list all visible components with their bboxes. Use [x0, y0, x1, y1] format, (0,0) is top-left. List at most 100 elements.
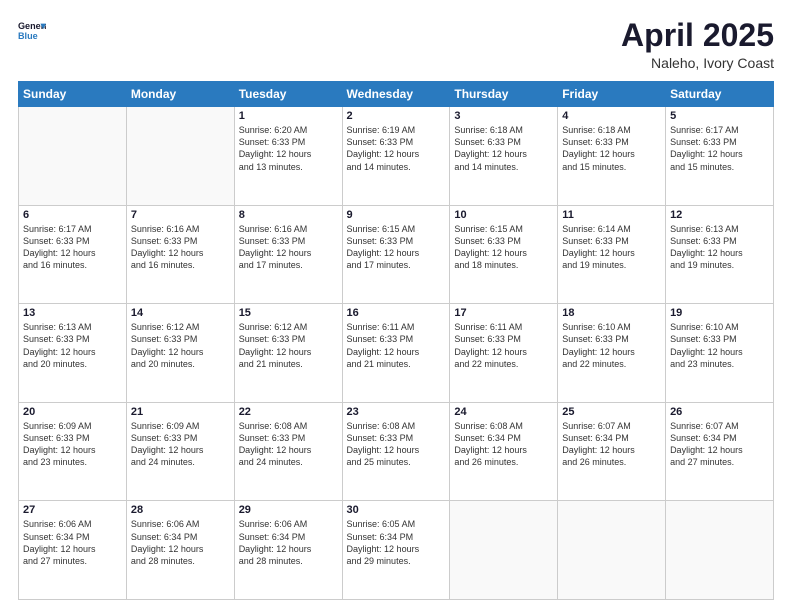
table-row: 10Sunrise: 6:15 AM Sunset: 6:33 PM Dayli…	[450, 205, 558, 304]
day-number: 21	[131, 406, 230, 418]
day-info: Sunrise: 6:13 AM Sunset: 6:33 PM Dayligh…	[670, 223, 769, 272]
table-row: 11Sunrise: 6:14 AM Sunset: 6:33 PM Dayli…	[558, 205, 666, 304]
day-info: Sunrise: 6:05 AM Sunset: 6:34 PM Dayligh…	[347, 518, 446, 567]
table-row: 27 Sunrise: 6:06 AM Sunset: 6:34 PM Dayli…	[19, 501, 127, 600]
table-row: 9Sunrise: 6:15 AM Sunset: 6:33 PM Daylig…	[342, 205, 450, 304]
day-info: Sunrise: 6:18 AM Sunset: 6:33 PM Dayligh…	[454, 124, 553, 173]
day-number: 5	[670, 110, 769, 122]
subtitle: Naleho, Ivory Coast	[621, 55, 774, 71]
svg-text:Blue: Blue	[18, 31, 38, 41]
day-number: 28	[131, 504, 230, 516]
day-number: 12	[670, 209, 769, 221]
table-row: 3 Sunrise: 6:18 AM Sunset: 6:33 PM Daylig…	[450, 107, 558, 206]
day-number: 24	[454, 406, 553, 418]
day-number: 26	[670, 406, 769, 418]
day-number: 2	[347, 110, 446, 122]
day-number: 18	[562, 307, 661, 319]
day-info: Sunrise: 6:08 AM Sunset: 6:34 PM Dayligh…	[454, 420, 553, 469]
table-row: 14 Sunrise: 6:12 AM Sunset: 6:33 PM Dayli…	[126, 304, 234, 403]
day-info: Sunrise: 6:06 AM Sunset: 6:34 PM Dayligh…	[239, 518, 338, 567]
day-info: Sunrise: 6:13 AM Sunset: 6:33 PM Dayligh…	[23, 321, 122, 370]
day-number: 8	[239, 209, 338, 221]
table-row	[450, 501, 558, 600]
logo-icon: General Blue	[18, 18, 46, 46]
table-row: 5 Sunrise: 6:17 AM Sunset: 6:33 PM Daylig…	[666, 107, 774, 206]
day-info: Sunrise: 6:20 AM Sunset: 6:33 PM Dayligh…	[239, 124, 338, 173]
calendar-week-4: 27 Sunrise: 6:06 AM Sunset: 6:34 PM Dayli…	[19, 501, 774, 600]
table-row: 4Sunrise: 6:18 AM Sunset: 6:33 PM Daylig…	[558, 107, 666, 206]
calendar-week-1: 6Sunrise: 6:17 AM Sunset: 6:33 PM Daylig…	[19, 205, 774, 304]
day-number: 16	[347, 307, 446, 319]
day-number: 19	[670, 307, 769, 319]
calendar: Sunday Monday Tuesday Wednesday Thursday…	[18, 81, 774, 600]
day-info: Sunrise: 6:08 AM Sunset: 6:33 PM Dayligh…	[239, 420, 338, 469]
calendar-week-0: 1Sunrise: 6:20 AM Sunset: 6:33 PM Daylig…	[19, 107, 774, 206]
day-number: 10	[454, 209, 553, 221]
logo: General Blue	[18, 18, 46, 46]
day-number: 11	[562, 209, 661, 221]
table-row: 8 Sunrise: 6:16 AM Sunset: 6:33 PM Daylig…	[234, 205, 342, 304]
day-info: Sunrise: 6:16 AM Sunset: 6:33 PM Dayligh…	[131, 223, 230, 272]
day-info: Sunrise: 6:11 AM Sunset: 6:33 PM Dayligh…	[454, 321, 553, 370]
day-info: Sunrise: 6:17 AM Sunset: 6:33 PM Dayligh…	[23, 223, 122, 272]
day-number: 25	[562, 406, 661, 418]
day-info: Sunrise: 6:11 AM Sunset: 6:33 PM Dayligh…	[347, 321, 446, 370]
day-number: 15	[239, 307, 338, 319]
table-row: 30 Sunrise: 6:05 AM Sunset: 6:34 PM Dayli…	[342, 501, 450, 600]
day-number: 13	[23, 307, 122, 319]
day-info: Sunrise: 6:09 AM Sunset: 6:33 PM Dayligh…	[23, 420, 122, 469]
table-row	[666, 501, 774, 600]
table-row: 28 Sunrise: 6:06 AM Sunset: 6:34 PM Dayli…	[126, 501, 234, 600]
day-number: 3	[454, 110, 553, 122]
day-info: Sunrise: 6:12 AM Sunset: 6:33 PM Dayligh…	[131, 321, 230, 370]
day-info: Sunrise: 6:19 AM Sunset: 6:33 PM Dayligh…	[347, 124, 446, 173]
day-number: 17	[454, 307, 553, 319]
day-info: Sunrise: 6:10 AM Sunset: 6:33 PM Dayligh…	[562, 321, 661, 370]
table-row: 29Sunrise: 6:06 AM Sunset: 6:34 PM Dayli…	[234, 501, 342, 600]
day-info: Sunrise: 6:17 AM Sunset: 6:33 PM Dayligh…	[670, 124, 769, 173]
day-info: Sunrise: 6:07 AM Sunset: 6:34 PM Dayligh…	[670, 420, 769, 469]
table-row: 15 Sunrise: 6:12 AM Sunset: 6:33 PM Dayli…	[234, 304, 342, 403]
table-row: 25 Sunrise: 6:07 AM Sunset: 6:34 PM Dayli…	[558, 402, 666, 501]
day-info: Sunrise: 6:10 AM Sunset: 6:33 PM Dayligh…	[670, 321, 769, 370]
day-info: Sunrise: 6:07 AM Sunset: 6:34 PM Dayligh…	[562, 420, 661, 469]
title-block: April 2025 Naleho, Ivory Coast	[621, 18, 774, 71]
day-number: 30	[347, 504, 446, 516]
table-row: 19 Sunrise: 6:10 AM Sunset: 6:33 PM Dayli…	[666, 304, 774, 403]
header: General Blue April 2025 Naleho, Ivory Co…	[18, 18, 774, 71]
day-info: Sunrise: 6:06 AM Sunset: 6:34 PM Dayligh…	[23, 518, 122, 567]
day-number: 14	[131, 307, 230, 319]
day-info: Sunrise: 6:09 AM Sunset: 6:33 PM Dayligh…	[131, 420, 230, 469]
day-info: Sunrise: 6:16 AM Sunset: 6:33 PM Dayligh…	[239, 223, 338, 272]
day-number: 7	[131, 209, 230, 221]
page: General Blue April 2025 Naleho, Ivory Co…	[0, 0, 792, 612]
table-row: 7 Sunrise: 6:16 AM Sunset: 6:33 PM Daylig…	[126, 205, 234, 304]
table-row: 18 Sunrise: 6:10 AM Sunset: 6:33 PM Dayli…	[558, 304, 666, 403]
table-row: 26 Sunrise: 6:07 AM Sunset: 6:34 PM Dayli…	[666, 402, 774, 501]
day-number: 22	[239, 406, 338, 418]
day-info: Sunrise: 6:06 AM Sunset: 6:34 PM Dayligh…	[131, 518, 230, 567]
table-row: 6Sunrise: 6:17 AM Sunset: 6:33 PM Daylig…	[19, 205, 127, 304]
table-row: 2 Sunrise: 6:19 AM Sunset: 6:33 PM Daylig…	[342, 107, 450, 206]
table-row: 20 Sunrise: 6:09 AM Sunset: 6:33 PM Dayli…	[19, 402, 127, 501]
col-saturday: Saturday	[666, 82, 774, 107]
day-info: Sunrise: 6:12 AM Sunset: 6:33 PM Dayligh…	[239, 321, 338, 370]
day-info: Sunrise: 6:08 AM Sunset: 6:33 PM Dayligh…	[347, 420, 446, 469]
table-row: 1Sunrise: 6:20 AM Sunset: 6:33 PM Daylig…	[234, 107, 342, 206]
table-row: 16 Sunrise: 6:11 AM Sunset: 6:33 PM Dayli…	[342, 304, 450, 403]
col-monday: Monday	[126, 82, 234, 107]
table-row	[558, 501, 666, 600]
day-info: Sunrise: 6:18 AM Sunset: 6:33 PM Dayligh…	[562, 124, 661, 173]
table-row	[19, 107, 127, 206]
day-number: 9	[347, 209, 446, 221]
col-thursday: Thursday	[450, 82, 558, 107]
day-number: 20	[23, 406, 122, 418]
col-tuesday: Tuesday	[234, 82, 342, 107]
table-row: 22 Sunrise: 6:08 AM Sunset: 6:33 PM Dayli…	[234, 402, 342, 501]
day-number: 27	[23, 504, 122, 516]
calendar-week-3: 20 Sunrise: 6:09 AM Sunset: 6:33 PM Dayli…	[19, 402, 774, 501]
table-row: 17 Sunrise: 6:11 AM Sunset: 6:33 PM Dayli…	[450, 304, 558, 403]
col-wednesday: Wednesday	[342, 82, 450, 107]
calendar-header-row: Sunday Monday Tuesday Wednesday Thursday…	[19, 82, 774, 107]
table-row: 21 Sunrise: 6:09 AM Sunset: 6:33 PM Dayli…	[126, 402, 234, 501]
